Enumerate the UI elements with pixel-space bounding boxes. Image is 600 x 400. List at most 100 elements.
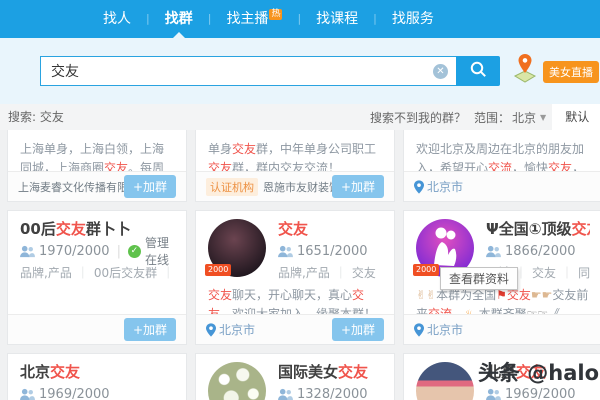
group-card[interactable]: 国际美女交友 1328/2000: [195, 353, 395, 400]
card-header-info: 北京交友 1969/2000: [20, 362, 110, 400]
text-segment: 交友: [278, 220, 309, 238]
member-count-line: 1651/2000: [278, 242, 382, 260]
card-footer: 认证机构恩施市友财装饰工程有限公司+加群: [196, 171, 394, 201]
location-pin-icon: [414, 179, 424, 194]
chevron-down-icon[interactable]: ▼: [540, 113, 546, 122]
filter-controls: 搜索不到我的群？ 范围： 北京 ▼ 默认 人数: [370, 104, 600, 130]
members-icon: [486, 388, 501, 400]
search-keyword-label: 搜索: 交友: [8, 110, 64, 124]
card-footer: 上海麦睿文化传播有限公司+加群: [8, 171, 186, 201]
card-body: 国际美女交友 1328/2000: [196, 354, 394, 400]
nav-tab-label: 找课程: [316, 11, 359, 27]
text-segment: 国际美女: [278, 363, 339, 381]
text-segment: 交友: [232, 142, 257, 156]
filter-bar: 搜索: 交友 搜索不到我的群？ 范围： 北京 ▼ 默认 人数: [0, 104, 600, 130]
text-segment: Ψ全国①顶级: [486, 220, 572, 238]
search-box: ✕: [40, 56, 500, 86]
live-streams-badge[interactable]: 美女直播: [543, 61, 599, 83]
group-card[interactable]: 2000Ψ全国①顶级交友1866/2000同城｜交友｜同城｜生...✌✌本群为全…: [403, 210, 600, 345]
card-row: 上海单身，上海白领，上海同城，上海商圈交友。每周末举办相亲活动，每...上海麦睿…: [7, 130, 600, 202]
member-count: 1969/2000: [505, 386, 576, 400]
group-info-tooltip: 查看群资料: [440, 267, 519, 290]
group-avatar[interactable]: [208, 362, 266, 400]
group-tag: 00后交友群: [93, 266, 158, 280]
group-avatar[interactable]: [416, 362, 474, 400]
group-title[interactable]: Ψ全国①顶级交友: [486, 219, 590, 239]
group-card[interactable]: 北京交友 1969/2000: [7, 353, 187, 400]
card-body: 2000交友1651/2000品牌,产品｜交友｜聊天｜交友聊...交友聊天，开心…: [196, 211, 394, 324]
text-segment: 北京: [20, 363, 51, 381]
text-segment: ✌✌: [416, 288, 437, 302]
clear-search-icon[interactable]: ✕: [433, 64, 448, 79]
group-tag: 同城: [578, 266, 590, 280]
admin-online-label: 管理在线: [144, 236, 169, 267]
member-count-line: 1969/2000: [486, 385, 576, 400]
group-location: 北京市: [414, 178, 592, 195]
company-name-link[interactable]: 上海麦睿文化传播有限公司: [18, 179, 124, 195]
card-header: 国际美女交友 1328/2000: [208, 362, 382, 400]
tab-nav-3[interactable]: 找课程: [301, 0, 373, 38]
text-segment: 聊天，开心聊天，真心: [232, 288, 353, 302]
card-header: 2000交友1651/2000品牌,产品｜交友｜聊天｜交友聊...: [205, 219, 382, 281]
avatar-wrap: [416, 362, 474, 400]
nav-tab-label: 找人: [103, 11, 131, 27]
card-row: 00后交友群卜卜1970/2000|✓管理在线品牌,产品｜00后交友群｜00后交…: [7, 210, 600, 345]
group-tag: 交友: [351, 266, 376, 280]
location-pin-icon: [414, 322, 424, 337]
tab-nav-2[interactable]: 找主播热: [211, 0, 297, 38]
join-group-button[interactable]: +加群: [331, 318, 384, 341]
tab-find-group-active[interactable]: 找群: [150, 0, 208, 38]
member-count-line: 1328/2000: [278, 385, 368, 400]
avatar-capacity-badge: 2000: [413, 264, 440, 276]
certified-org-badge: 认证机构: [206, 177, 258, 196]
join-group-button[interactable]: +加群: [123, 175, 176, 198]
card-header: 00后交友群卜卜1970/2000|✓管理在线品牌,产品｜00后交友群｜00后交…: [20, 219, 174, 281]
text-segment: 交友: [506, 288, 531, 302]
tag-separator: ｜: [381, 266, 382, 280]
group-title[interactable]: 交友: [278, 219, 382, 239]
card-footer: 北京市: [404, 314, 600, 344]
search-input[interactable]: [41, 58, 421, 84]
member-count: 1651/2000: [297, 243, 368, 259]
group-title[interactable]: 国际美女交友: [278, 362, 368, 382]
group-tags: 品牌,产品｜00后交友群｜00后交友...: [20, 264, 174, 281]
member-count-line: 1970/2000 | ✓ 管理在线: [20, 236, 174, 267]
group-card[interactable]: 2000交友1651/2000品牌,产品｜交友｜聊天｜交友聊...交友聊天，开心…: [195, 210, 395, 345]
tag-separator: ｜: [162, 266, 174, 280]
group-title[interactable]: 北京交友: [20, 362, 110, 382]
group-card[interactable]: 欢迎北京及周边在北京的朋友加入，希望开心交流，愉快交友，禁止发送不良北京市: [403, 130, 600, 202]
tab-nav-4[interactable]: 找服务: [377, 0, 449, 38]
group-card[interactable]: 00后交友群卜卜1970/2000|✓管理在线品牌,产品｜00后交友群｜00后交…: [7, 210, 187, 345]
join-group-button[interactable]: +加群: [123, 318, 176, 341]
search-input-wrap: ✕: [40, 56, 456, 86]
map-location-icon[interactable]: [511, 52, 539, 86]
text-segment: 交友: [208, 288, 233, 302]
card-header: 北京交友 1969/2000: [20, 362, 174, 400]
card-body: 00后交友群卜卜1970/2000|✓管理在线品牌,产品｜00后交友群｜00后交…: [8, 211, 186, 281]
avatar-wrap: [208, 362, 266, 400]
group-location: 北京市: [206, 321, 332, 338]
avatar-wrap: 2000: [205, 219, 266, 277]
online-check-icon: ✓: [127, 244, 141, 258]
text-segment: 群卜卜: [85, 220, 131, 238]
group-card[interactable]: 上海单身，上海白领，上海同城，上海商圈交友。每周末举办相亲活动，每...上海麦睿…: [7, 130, 187, 202]
group-card[interactable]: 单身交友群，中年单身公司职工交友群，群内交友交流！认证机构恩施市友财装饰工程有限…: [195, 130, 395, 202]
group-tag: 交友: [532, 266, 557, 280]
group-tag: 品牌,产品: [20, 266, 72, 280]
company-name-link[interactable]: 恩施市友财装饰工程有限公司: [263, 179, 332, 195]
join-group-button[interactable]: +加群: [331, 175, 384, 198]
location-label: 北京市: [427, 180, 464, 194]
search-band: ✕ 美女直播: [0, 38, 600, 104]
hot-badge: 热: [269, 9, 283, 20]
tab-nav-0[interactable]: 找人: [88, 0, 146, 38]
sort-default-button[interactable]: 默认: [552, 104, 600, 130]
members-icon: [486, 245, 501, 258]
group-location: 北京市: [414, 321, 592, 338]
search-button[interactable]: [456, 56, 500, 86]
cant-find-group-link[interactable]: 搜索不到我的群？: [370, 109, 466, 126]
tag-separator: ｜: [76, 266, 89, 280]
member-count: 1866/2000: [505, 243, 576, 259]
divider: |: [116, 243, 121, 259]
scope-dropdown[interactable]: 北京: [512, 109, 536, 126]
search-icon: [469, 60, 487, 82]
